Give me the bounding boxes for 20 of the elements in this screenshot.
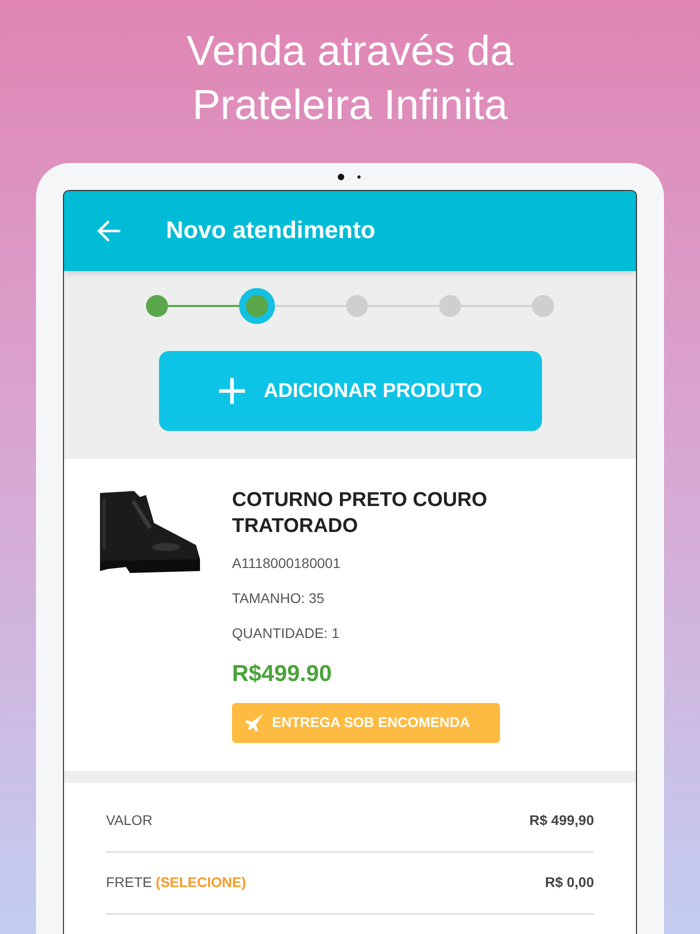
back-button[interactable]: [96, 218, 122, 244]
product-name: COTURNO PRETO COURO TRATORADO: [232, 488, 488, 539]
product-sku: A1118000180001: [232, 554, 340, 573]
back-arrow-icon: [97, 220, 121, 242]
product-price: R$499.90: [232, 659, 332, 688]
plus-icon: [218, 377, 246, 405]
screen-title: Novo atendimento: [166, 216, 376, 246]
headline: Prateleira Infinita: [192, 80, 508, 130]
product-quantity: QUANTIDADE: 1: [232, 624, 340, 643]
summary-value: R$ 499,90: [529, 811, 594, 830]
product-size: TAMANHO: 35: [232, 589, 324, 608]
select-link[interactable]: (SELECIONE): [156, 874, 246, 890]
camera-icon: [337, 172, 363, 180]
airplane-icon: [244, 712, 264, 732]
summary-label: FRETE (SELECIONE): [106, 873, 246, 892]
summary-label: VALOR: [106, 811, 152, 830]
delivery-badge: ENTREGA SOB ENCOMENDA: [232, 702, 500, 742]
headline: Venda através da: [186, 26, 514, 76]
summary-value: R$ 0,00: [544, 873, 594, 892]
add-product-button[interactable]: ADICIONAR PRODUTO: [158, 351, 542, 431]
